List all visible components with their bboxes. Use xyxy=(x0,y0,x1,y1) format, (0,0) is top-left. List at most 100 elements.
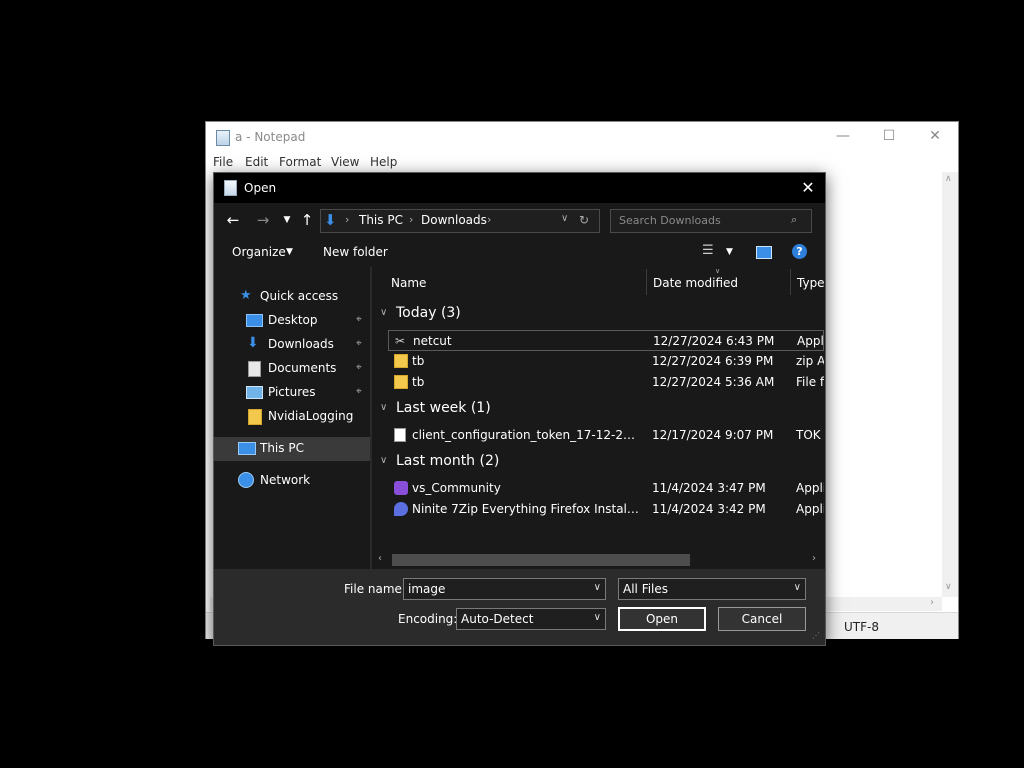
column-divider[interactable] xyxy=(790,269,791,295)
encoding-select[interactable]: Auto-Detect ∨ xyxy=(456,608,606,630)
menu-edit[interactable]: Edit xyxy=(245,155,268,169)
file-row-client-configuration-token[interactable]: client_configuration_token_17-12-24-21-.… xyxy=(388,425,824,446)
scroll-left-icon[interactable]: ‹ xyxy=(378,553,382,564)
maximize-button[interactable]: ☐ xyxy=(866,122,912,152)
column-header-date[interactable]: Date modified xyxy=(653,276,738,290)
pin-icon[interactable]: ⌖ xyxy=(356,362,362,373)
sidebar-item-label: Network xyxy=(260,473,311,487)
file-row-netcut[interactable]: ✂ netcut 12/27/2024 6:43 PM Appli xyxy=(388,330,824,351)
search-icon[interactable]: ⌕ xyxy=(791,213,797,227)
menu-file[interactable]: File xyxy=(213,155,233,169)
column-divider[interactable] xyxy=(646,269,647,295)
organize-button[interactable]: Organize xyxy=(232,245,286,259)
group-header-last-week[interactable]: ∨ Last week (1) xyxy=(372,398,824,422)
chevron-down-icon[interactable]: ∨ xyxy=(794,582,801,593)
sidebar-item-this-pc[interactable]: This PC xyxy=(214,437,370,461)
collapse-chevron-icon[interactable]: ∨ xyxy=(380,402,387,413)
recent-locations-chevron-icon[interactable]: ▼ xyxy=(276,209,298,231)
download-arrow-icon: ⬇ xyxy=(247,335,259,351)
collapse-chevron-icon[interactable]: ∨ xyxy=(380,455,387,466)
open-button[interactable]: Open xyxy=(618,607,706,631)
menu-help[interactable]: Help xyxy=(370,155,397,169)
group-header-today[interactable]: ∨ Today (3) xyxy=(372,303,824,327)
group-label: Last week (1) xyxy=(396,400,491,416)
forward-arrow-icon[interactable]: → xyxy=(252,209,274,231)
sort-indicator-icon: ∨ xyxy=(715,267,721,275)
pin-icon[interactable]: ⌖ xyxy=(356,314,362,325)
app-icon: ✂ xyxy=(395,334,406,348)
search-placeholder: Search Downloads xyxy=(619,214,721,227)
preview-pane-icon[interactable] xyxy=(756,246,772,259)
file-name-input[interactable]: image ∨ xyxy=(403,578,606,600)
breadcrumb-this-pc[interactable]: This PC xyxy=(359,213,403,227)
cancel-button[interactable]: Cancel xyxy=(718,607,806,631)
sidebar-item-label: NvidiaLogging xyxy=(268,409,354,423)
column-header-name[interactable]: Name xyxy=(391,276,426,290)
collapse-chevron-icon[interactable]: ∨ xyxy=(380,307,387,318)
notepad-title-bar[interactable]: a - Notepad — ☐ ✕ xyxy=(206,122,958,152)
breadcrumb-downloads[interactable]: Downloads xyxy=(421,213,487,227)
folder-icon xyxy=(248,409,262,425)
breadcrumb-separator-icon[interactable]: › xyxy=(409,213,413,226)
file-list-horizontal-scrollbar[interactable]: ‹ › xyxy=(374,551,822,569)
file-row-tb-zip[interactable]: tb 12/27/2024 6:39 PM zip A xyxy=(388,351,824,372)
file-row-ninite[interactable]: Ninite 7Zip Everything Firefox Installer… xyxy=(388,499,824,520)
resize-grip-icon[interactable]: ⋰ xyxy=(812,631,820,640)
sidebar-item-downloads[interactable]: ⬇ Downloads ⌖ xyxy=(214,333,370,357)
sidebar-item-nvidialogging[interactable]: NvidiaLogging xyxy=(214,405,370,429)
back-arrow-icon[interactable]: ← xyxy=(222,209,244,231)
notepad-title: a - Notepad xyxy=(235,130,306,144)
chevron-down-icon[interactable]: ∨ xyxy=(594,582,601,593)
minimize-button[interactable]: — xyxy=(820,122,866,152)
file-date: 12/27/2024 5:36 AM xyxy=(652,375,775,389)
sidebar-item-documents[interactable]: Documents ⌖ xyxy=(214,357,370,381)
download-arrow-icon: ⬇ xyxy=(324,211,337,229)
column-header-type[interactable]: Type xyxy=(797,276,824,290)
file-icon xyxy=(394,428,406,442)
notepad-menu-bar: File Edit Format View Help xyxy=(206,152,958,172)
star-icon: ★ xyxy=(240,288,252,303)
file-row-tb-folder[interactable]: tb 12/27/2024 5:36 AM File fo xyxy=(388,372,824,393)
notepad-vertical-scrollbar[interactable]: ∧ ∨ xyxy=(942,172,958,597)
sidebar-item-label: Downloads xyxy=(268,337,334,351)
document-icon xyxy=(248,361,261,377)
dialog-title-bar[interactable]: Open ✕ xyxy=(214,173,825,203)
refresh-icon[interactable]: ↻ xyxy=(579,213,589,227)
sidebar-item-network[interactable]: Network xyxy=(214,469,370,493)
address-bar[interactable]: ⬇ › This PC › Downloads › ∨ ↻ xyxy=(320,209,600,233)
scroll-up-icon[interactable]: ∧ xyxy=(945,174,952,184)
new-folder-button[interactable]: New folder xyxy=(323,245,388,259)
dialog-close-button[interactable]: ✕ xyxy=(792,175,824,201)
view-chevron-icon[interactable]: ▼ xyxy=(726,247,733,257)
help-icon[interactable]: ? xyxy=(792,244,807,259)
file-type: TOK F xyxy=(796,428,824,442)
search-input[interactable]: Search Downloads ⌕ xyxy=(610,209,812,233)
organize-chevron-icon[interactable]: ▼ xyxy=(286,247,293,257)
up-arrow-icon[interactable]: ↑ xyxy=(296,209,318,231)
sidebar-item-pictures[interactable]: Pictures ⌖ xyxy=(214,381,370,405)
scroll-down-icon[interactable]: ∨ xyxy=(945,582,952,592)
sidebar-item-desktop[interactable]: Desktop ⌖ xyxy=(214,309,370,333)
sidebar-item-quick-access[interactable]: ★ Quick access xyxy=(214,285,370,309)
file-row-vs-community[interactable]: vs_Community 11/4/2024 3:47 PM Appli xyxy=(388,478,824,499)
scroll-right-icon[interactable]: › xyxy=(812,553,816,564)
pin-icon[interactable]: ⌖ xyxy=(356,338,362,349)
scroll-right-icon[interactable]: › xyxy=(930,597,934,608)
ninite-icon xyxy=(394,502,408,516)
sidebar-item-label: Quick access xyxy=(260,289,339,303)
breadcrumb-separator-icon[interactable]: › xyxy=(345,213,349,226)
file-date: 11/4/2024 3:42 PM xyxy=(652,502,766,516)
address-dropdown-chevron-icon[interactable]: ∨ xyxy=(561,213,568,224)
menu-view[interactable]: View xyxy=(331,155,359,169)
menu-format[interactable]: Format xyxy=(279,155,321,169)
breadcrumb-separator-icon[interactable]: › xyxy=(487,213,491,226)
pin-icon[interactable]: ⌖ xyxy=(356,386,362,397)
scrollbar-thumb[interactable] xyxy=(392,554,690,566)
chevron-down-icon[interactable]: ∨ xyxy=(594,612,601,623)
close-button[interactable]: ✕ xyxy=(912,122,958,152)
file-type-filter-value: All Files xyxy=(623,582,669,596)
view-options-icon[interactable]: ☰ xyxy=(702,243,714,258)
file-type-filter-select[interactable]: All Files ∨ xyxy=(618,578,806,600)
file-date: 12/27/2024 6:43 PM xyxy=(653,334,775,348)
group-header-last-month[interactable]: ∨ Last month (2) xyxy=(372,451,824,475)
